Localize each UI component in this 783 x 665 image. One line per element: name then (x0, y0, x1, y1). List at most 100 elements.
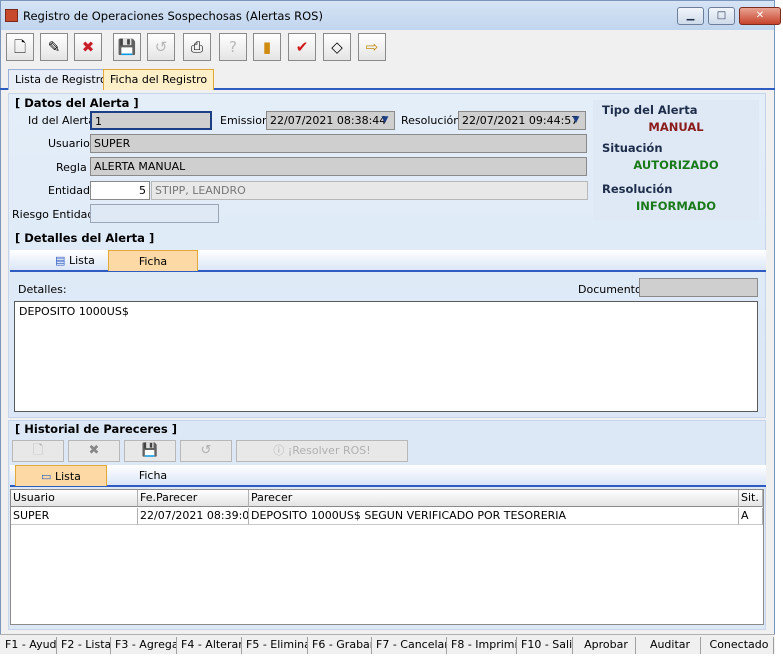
toolbar-button-export[interactable]: ⇨ (358, 33, 386, 61)
edit-doc-icon: ✎ (47, 38, 61, 56)
toolbar-button-help[interactable]: ? (219, 33, 247, 61)
status-item-7[interactable]: F8 - Imprimir (448, 637, 517, 654)
info-icon: ⓘ (273, 444, 285, 457)
status-bar: F1 - AyudaF2 - ListaF3 - AgregarF4 - Alt… (0, 634, 775, 654)
toolbar-button-cancel[interactable]: ↺ (147, 33, 175, 61)
undo-icon: ↺ (200, 443, 212, 458)
toolbar-button-new-doc[interactable]: 🗋 (6, 33, 34, 61)
toolbar-button-delete-doc[interactable]: ✖ (74, 33, 102, 61)
toolbar-button-print[interactable]: ⎙ (183, 33, 211, 61)
checkmark-icon: ✔ (295, 38, 309, 56)
table-row[interactable]: SUPER (11, 508, 138, 525)
tipo-alerta-label: Tipo del Alerta (602, 103, 698, 117)
resolucion-combo[interactable]: 22/07/2021 09:44:57 ▼ (458, 111, 586, 130)
emission-label: Emission (220, 114, 269, 127)
toolbar-button-eraser[interactable]: ◇ (323, 33, 351, 61)
status-item-3[interactable]: F4 - Alterar (178, 637, 242, 654)
regla-label: Regla (56, 161, 87, 174)
entidad-id-field[interactable]: 5 (90, 181, 150, 200)
delete-icon: ✖ (88, 443, 100, 458)
table-cell-fe-parecer[interactable]: 22/07/2021 08:39:06 (138, 508, 249, 525)
detalles-tabs: ▤ Lista Ficha (10, 250, 766, 272)
resolucion-label: Resolución (401, 114, 461, 127)
documento-field[interactable] (639, 278, 758, 297)
status-item-4[interactable]: F5 - Eliminar (243, 637, 308, 654)
status-item-6[interactable]: F7 - Cancelar (373, 637, 447, 654)
detalles-tab-lista[interactable]: ▤ Lista (35, 250, 115, 271)
parecer-new-button[interactable]: 🗋 (12, 440, 64, 462)
close-button[interactable]: ✕ (739, 7, 781, 25)
window-titlebar: Registro de Operaciones Sospechosas (Ale… (0, 0, 781, 30)
delete-doc-icon: ✖ (81, 38, 95, 56)
riesgo-entidad-label: Riesgo Entidad (12, 208, 95, 221)
documento-label: Documento (578, 283, 642, 296)
toolbar-button-edit-doc[interactable]: ✎ (40, 33, 68, 61)
detalles-section-title: [ Detalles del Alerta ] (15, 231, 155, 245)
historial-tab-lista[interactable]: ▭ Lista (15, 465, 107, 486)
parecer-cancel-button[interactable]: ↺ (180, 440, 232, 462)
minimize-button[interactable]: ▁ (677, 7, 704, 25)
export-icon: ⇨ (365, 38, 379, 56)
resolucion-value: 22/07/2021 09:44:57 (462, 114, 579, 127)
tab-ficha-registro[interactable]: Ficha del Registro (103, 69, 215, 90)
entidad-label: Entidad (48, 184, 90, 197)
status-item-2[interactable]: F3 - Agregar (112, 637, 177, 654)
app-icon (5, 9, 18, 22)
print-icon: ⎙ (190, 38, 203, 56)
historial-tab-ficha[interactable]: Ficha (118, 465, 188, 486)
resolver-ros-label: ¡Resolver ROS! (287, 444, 371, 457)
chevron-down-icon[interactable]: ▼ (376, 112, 394, 129)
status-item-0[interactable]: F1 - Ayuda (2, 637, 57, 654)
situacion-label: Situación (602, 141, 663, 155)
resolucion-side-value: INFORMADO (635, 199, 717, 213)
table-cell-sit[interactable]: A (739, 508, 763, 525)
id-alerta-label: Id del Alerta (28, 114, 95, 127)
historial-tabs: ▭ Lista Ficha (10, 465, 766, 487)
detalles-tab-lista-label: Lista (68, 254, 95, 267)
help-icon: ? (229, 38, 237, 56)
parecer-delete-button[interactable]: ✖ (68, 440, 120, 462)
detalles-tab-ficha[interactable]: Ficha (108, 250, 198, 271)
status-item-9[interactable]: Aprobar (574, 637, 636, 654)
eraser-icon: ◇ (331, 38, 343, 56)
usuario-field[interactable]: SUPER (90, 134, 587, 153)
column-header-parecer[interactable]: Parecer (249, 490, 739, 507)
detalles-memo[interactable]: DEPOSITO 1000US$ (14, 301, 758, 412)
pareceres-grid[interactable]: Usuario Fe.Parecer Parecer Sit. SUPER 22… (10, 489, 764, 625)
exit-door-icon: ▮ (262, 38, 272, 56)
emission-combo[interactable]: 22/07/2021 08:38:44 ▼ (266, 111, 395, 130)
status-item-11[interactable]: Conectado (702, 637, 774, 654)
toolbar-button-save[interactable]: 💾 (113, 33, 141, 61)
historial-section-title: [ Historial de Pareceres ] (15, 422, 177, 436)
status-item-8[interactable]: F10 - Salir (518, 637, 573, 654)
entidad-name-field: STIPP, LEANDRO (151, 181, 588, 200)
resolver-ros-button[interactable]: ⓘ ¡Resolver ROS! (236, 440, 408, 462)
riesgo-entidad-field[interactable] (90, 204, 219, 223)
toolbar-button-exit-door[interactable]: ▮ (253, 33, 281, 61)
column-header-usuario[interactable]: Usuario (11, 490, 138, 507)
situacion-value: AUTORIZADO (633, 158, 719, 172)
usuario-label: Usuario (48, 137, 90, 150)
save-icon: 💾 (117, 38, 137, 56)
chevron-down-icon[interactable]: ▼ (567, 112, 585, 129)
window-title: Registro de Operaciones Sospechosas (Ale… (23, 9, 323, 23)
id-alerta-field[interactable]: 1 (90, 111, 212, 130)
regla-field[interactable]: ALERTA MANUAL (90, 157, 587, 176)
column-header-fe-parecer[interactable]: Fe.Parecer (138, 490, 249, 507)
table-cell-parecer[interactable]: DEPOSITO 1000US$ SEGUN VERIFICADO POR TE… (249, 508, 739, 525)
status-item-5[interactable]: F6 - Grabar (309, 637, 372, 654)
detalles-label: Detalles: (18, 283, 67, 296)
maximize-button[interactable]: □ (708, 7, 735, 25)
tipo-alerta-value: MANUAL (648, 120, 704, 134)
column-header-sit[interactable]: Sit. (739, 490, 763, 507)
main-tabs: Lista de Registros Ficha del Registro (0, 68, 775, 90)
toolbar-button-checkmark[interactable]: ✔ (288, 33, 316, 61)
parecer-save-button[interactable]: 💾 (124, 440, 176, 462)
chat-icon: ▭ (41, 470, 52, 483)
datos-section-title: [ Datos del Alerta ] (15, 96, 139, 110)
status-item-1[interactable]: F2 - Lista (58, 637, 111, 654)
status-item-10[interactable]: Auditar (637, 637, 701, 654)
historial-tab-lista-label: Lista (54, 470, 81, 483)
resolucion-side-label: Resolución (602, 182, 673, 196)
save-icon: 💾 (141, 443, 159, 458)
